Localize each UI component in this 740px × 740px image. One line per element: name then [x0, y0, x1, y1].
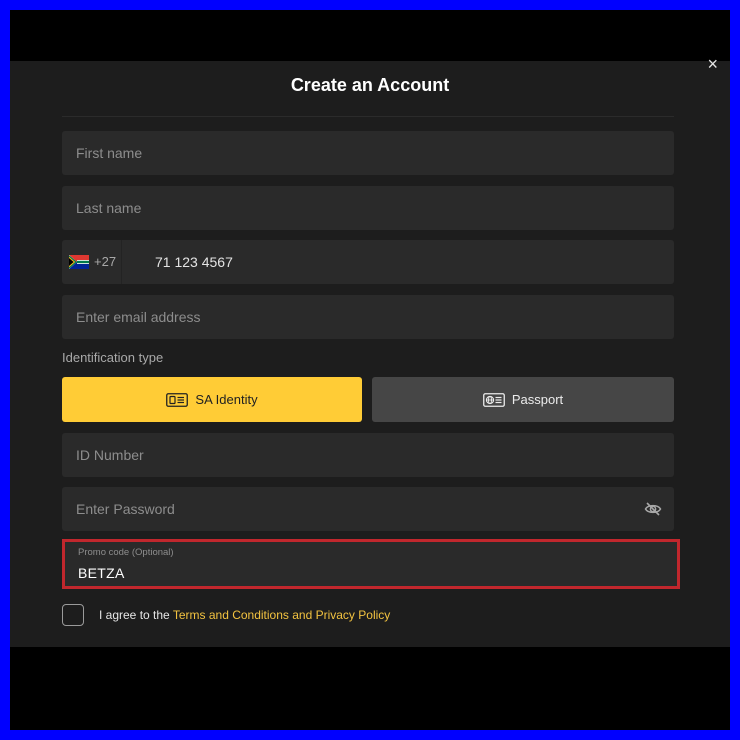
title-divider — [62, 116, 674, 117]
id-number-placeholder: ID Number — [76, 447, 144, 463]
promo-code-field[interactable]: Promo code (Optional) BETZA — [62, 539, 680, 589]
last-name-field[interactable]: Last name — [62, 186, 674, 230]
promo-code-label: Promo code (Optional) — [78, 547, 174, 558]
agree-checkbox[interactable] — [62, 604, 84, 626]
passport-icon — [482, 392, 505, 407]
identification-type-label: Identification type — [62, 350, 164, 365]
password-field[interactable]: Enter Password — [62, 487, 674, 531]
sa-identity-label: SA Identity — [195, 392, 258, 407]
first-name-placeholder: First name — [76, 145, 143, 161]
agree-prefix: I agree to the — [99, 608, 173, 622]
modal-title: Create an Account — [290, 75, 450, 95]
phone-field[interactable]: +27 71 123 4567 — [62, 240, 674, 284]
id-number-field[interactable]: ID Number — [62, 433, 674, 477]
id-card-icon — [166, 392, 189, 407]
eye-off-icon[interactable] — [644, 500, 662, 518]
agree-text: I agree to the Terms and Conditions and … — [99, 608, 390, 622]
country-code-selector[interactable]: +27 — [62, 240, 122, 284]
promo-code-value: BETZA — [78, 565, 125, 581]
terms-privacy-link[interactable]: Terms and Conditions and Privacy Policy — [173, 608, 390, 622]
email-field[interactable]: Enter email address — [62, 295, 674, 339]
south-africa-flag-icon — [69, 255, 89, 269]
dial-code: +27 — [94, 254, 117, 269]
email-placeholder: Enter email address — [76, 309, 201, 325]
password-placeholder: Enter Password — [76, 501, 175, 517]
first-name-field[interactable]: First name — [62, 131, 674, 175]
create-account-modal: × Create an Account First name Last name… — [10, 55, 730, 647]
sa-identity-button[interactable]: SA Identity — [62, 377, 362, 422]
phone-number-value: 71 123 4567 — [155, 254, 233, 270]
passport-label: Passport — [511, 392, 564, 407]
last-name-placeholder: Last name — [76, 200, 142, 216]
close-icon[interactable]: × — [707, 55, 718, 73]
passport-button[interactable]: Passport — [372, 377, 674, 422]
